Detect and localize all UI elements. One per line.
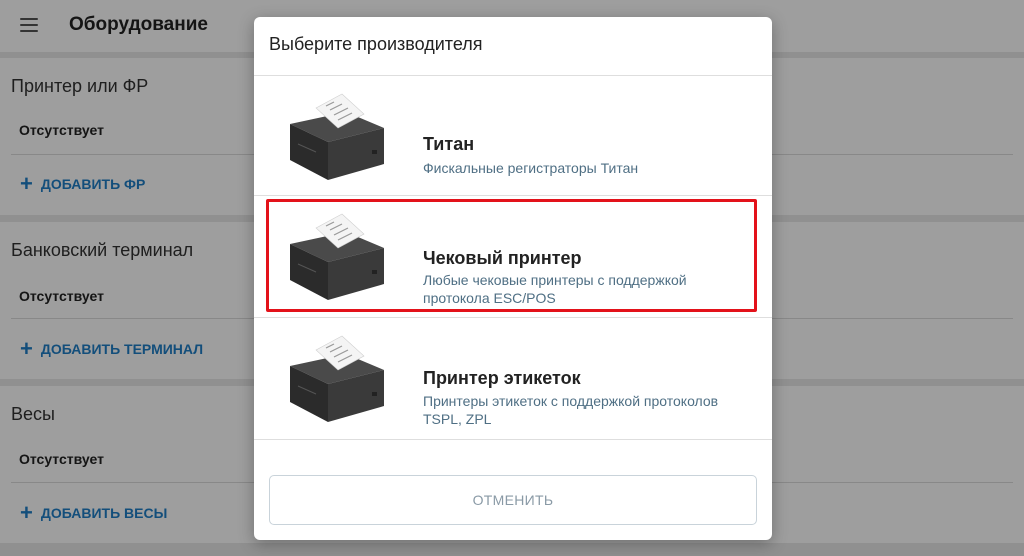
manufacturer-dialog: Выберите производителя Титан Фискальные … (254, 17, 772, 540)
option-name: Принтер этикеток (423, 368, 581, 388)
dialog-title: Выберите производителя (269, 34, 483, 54)
receipt-printer-icon (290, 335, 384, 422)
option-name: Титан (423, 134, 475, 154)
cancel-button[interactable]: ОТМЕНИТЬ (269, 475, 757, 525)
divider (254, 439, 772, 440)
selection-highlight (266, 199, 757, 312)
receipt-printer-icon (290, 93, 384, 180)
option-label-printer[interactable]: Принтер этикеток Принтеры этикеток с под… (254, 318, 772, 438)
option-description: Принтеры этикеток с поддержкой протоколо… (423, 393, 719, 427)
option-titan[interactable]: Титан Фискальные регистраторы Титан (254, 76, 772, 196)
option-description: Фискальные регистраторы Титан (423, 160, 639, 176)
